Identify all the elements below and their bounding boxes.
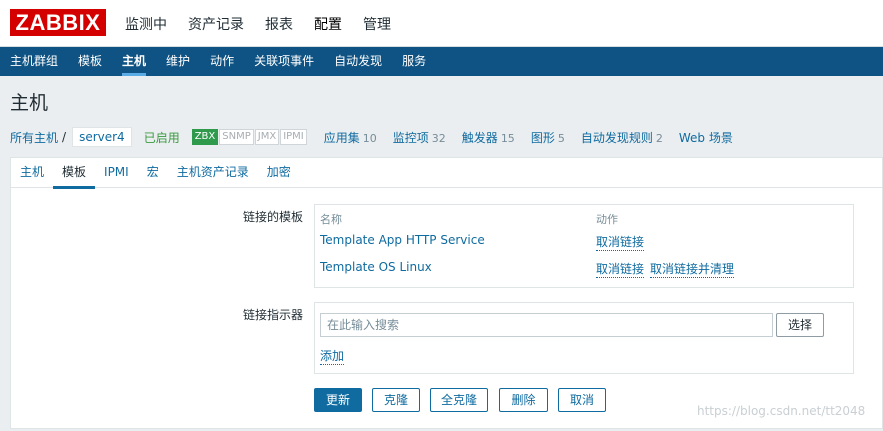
ipmi-badge: IPMI — [280, 129, 307, 145]
main-nav: 监测中 资产记录 报表 配置 管理 — [125, 0, 412, 47]
top-header: ZABBIX 监测中 资产记录 报表 配置 管理 — [0, 0, 883, 47]
tab-inventory[interactable]: 主机资产记录 — [168, 158, 258, 188]
watermark: https://blog.csdn.net/tt2048 — [697, 404, 866, 418]
template-link[interactable]: Template App HTTP Service — [320, 233, 485, 247]
nav-monitoring[interactable]: 监测中 — [125, 14, 167, 34]
subnav-hosts[interactable]: 主机 — [122, 47, 147, 76]
graphs-link[interactable]: 图形 5 — [531, 129, 565, 146]
items-link[interactable]: 监控项 32 — [393, 129, 446, 146]
select-button[interactable]: 选择 — [776, 313, 824, 337]
linked-templates-table: 名称 动作 Template App HTTP Service 取消链接 Tem… — [314, 204, 854, 288]
tab-encryption[interactable]: 加密 — [258, 158, 300, 188]
metric-count: 5 — [557, 131, 565, 145]
subnav-host-groups[interactable]: 主机群组 — [10, 47, 58, 76]
link-indicator-label: 链接指示器 — [242, 308, 303, 322]
cancel-button[interactable]: 取消 — [558, 388, 606, 412]
subnav-correlation[interactable]: 关联项事件 — [254, 47, 314, 76]
subnav-templates[interactable]: 模板 — [78, 47, 102, 76]
clone-button[interactable]: 克隆 — [372, 388, 420, 412]
tab-ipmi[interactable]: IPMI — [95, 158, 138, 188]
zbx-badge: ZBX — [191, 129, 219, 145]
column-name-header: 名称 — [320, 213, 342, 226]
nav-configuration[interactable]: 配置 — [314, 14, 342, 34]
web-scenarios-link[interactable]: Web 场景 — [679, 129, 733, 146]
metric-label: 自动发现规则 — [580, 130, 653, 145]
zabbix-logo[interactable]: ZABBIX — [10, 9, 106, 36]
sub-nav: 主机群组 模板 主机 维护 动作 关联项事件 自动发现 服务 — [0, 47, 883, 76]
delete-button[interactable]: 删除 — [499, 388, 548, 412]
availability-badges: ZBX SNMP JMX IPMI — [191, 129, 308, 145]
host-form-panel: 主机 模板 IPMI 宏 主机资产记录 加密 链接的模板 名称 动作 Templ… — [10, 157, 883, 429]
update-button[interactable]: 更新 — [314, 388, 362, 412]
tab-templates[interactable]: 模板 — [53, 158, 96, 189]
jmx-badge: JMX — [254, 129, 280, 145]
metric-label: 监控项 — [392, 130, 429, 145]
column-action-header: 动作 — [596, 213, 618, 226]
tab-macros[interactable]: 宏 — [138, 158, 168, 188]
current-host: server4 — [72, 127, 132, 147]
metric-count: 32 — [431, 131, 446, 145]
template-search-input[interactable]: 在此输入搜索 — [320, 313, 773, 337]
discovery-rules-link[interactable]: 自动发现规则 2 — [581, 129, 663, 146]
tab-host[interactable]: 主机 — [11, 158, 53, 188]
unlink-button[interactable]: 取消链接 — [596, 233, 645, 251]
subnav-discovery[interactable]: 自动发现 — [334, 47, 382, 76]
nav-inventory[interactable]: 资产记录 — [188, 14, 244, 34]
linked-templates-label: 链接的模板 — [242, 210, 303, 224]
breadcrumb-separator: / — [62, 130, 67, 144]
unlink-button[interactable]: 取消链接 — [596, 260, 645, 278]
page-title: 主机 — [10, 92, 49, 114]
applications-link[interactable]: 应用集 10 — [324, 129, 377, 146]
snmp-badge: SNMP — [219, 129, 254, 145]
host-breadcrumb: 所有主机 / server4 已启用 ZBX SNMP JMX IPMI 应用集… — [10, 124, 883, 150]
all-hosts-link[interactable]: 所有主机 — [10, 129, 58, 146]
form-tabs: 主机 模板 IPMI 宏 主机资产记录 加密 — [11, 158, 882, 189]
full-clone-button[interactable]: 全克隆 — [430, 388, 488, 412]
unlink-and-clear-button[interactable]: 取消链接并清理 — [650, 260, 735, 278]
metric-count: 10 — [362, 131, 377, 145]
metric-count: 2 — [655, 131, 663, 145]
nav-reports[interactable]: 报表 — [265, 14, 293, 34]
metric-count: 15 — [500, 131, 515, 145]
metric-label: 触发器 — [461, 130, 498, 145]
subnav-maintenance[interactable]: 维护 — [166, 47, 190, 76]
host-status[interactable]: 已启用 — [144, 129, 180, 146]
subnav-actions[interactable]: 动作 — [210, 47, 234, 76]
add-link[interactable]: 添加 — [320, 347, 345, 365]
nav-administration[interactable]: 管理 — [363, 14, 391, 34]
metric-label: 应用集 — [323, 130, 360, 145]
triggers-link[interactable]: 触发器 15 — [462, 129, 515, 146]
metric-label: 图形 — [530, 130, 555, 145]
metric-label: Web 场景 — [678, 130, 733, 145]
subnav-services[interactable]: 服务 — [402, 47, 426, 76]
template-link[interactable]: Template OS Linux — [320, 260, 432, 274]
